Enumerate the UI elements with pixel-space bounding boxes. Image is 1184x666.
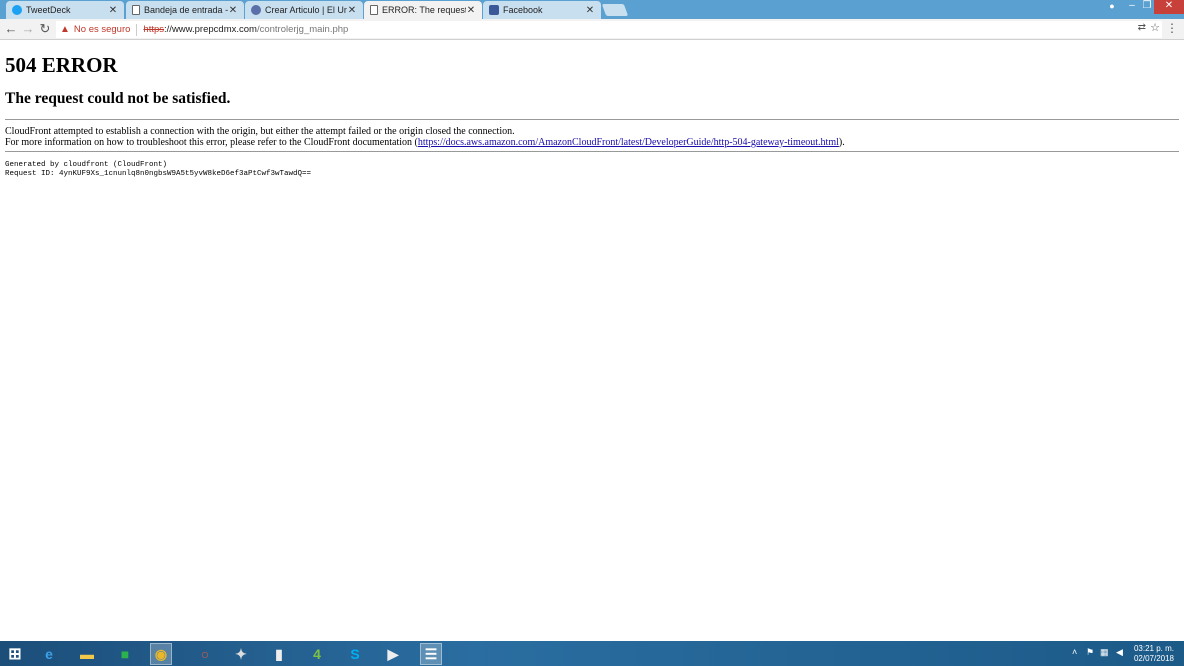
generated-by: Generated by cloudfront (CloudFront) — [5, 161, 168, 169]
address-bar[interactable]: ▲ No es seguro https ://www.prepcdmx.com… — [56, 21, 1162, 38]
eluniversal-icon — [251, 5, 261, 15]
volume-icon[interactable]: ◀ — [1116, 647, 1123, 658]
facebook-icon — [489, 5, 499, 15]
translate-icon[interactable]: ⇄ — [1138, 22, 1146, 33]
browser-toolbar: ← → ↻ ▲ No es seguro https ://www.prepcd… — [0, 19, 1184, 40]
request-id: Request ID: 4ynKUF9Xs_1cnunlq8n0ngbsW9A5… — [5, 170, 312, 178]
page-title: 504 ERROR — [5, 53, 118, 77]
reload-icon[interactable]: ↻ — [37, 21, 53, 37]
tab-strip: TweetDeck ✕ Bandeja de entrada - Ou ✕ Cr… — [0, 0, 1184, 19]
new-tab-button[interactable] — [601, 4, 629, 16]
tab-title: Facebook — [503, 5, 543, 15]
description-line-2-prefix: For more information on how to troublesh… — [5, 137, 418, 148]
close-icon[interactable]: ✕ — [347, 5, 357, 16]
windows-start-icon[interactable]: ⊞ — [4, 643, 26, 665]
app-icon[interactable]: ✦ — [230, 643, 252, 665]
tab-tweetdeck[interactable]: TweetDeck ✕ — [6, 1, 124, 19]
store-icon[interactable]: ■ — [114, 643, 136, 665]
docs-link[interactable]: https://docs.aws.amazon.com/AmazonCloudF… — [418, 137, 839, 148]
url-host: ://www.prepcdmx.com — [164, 24, 257, 35]
system-clock[interactable]: 03:21 p. m. 02/07/2018 — [1134, 644, 1174, 664]
network-icon[interactable]: ▦ — [1100, 647, 1109, 658]
divider — [5, 119, 1179, 120]
page-content: 504 ERROR The request could not be satis… — [5, 52, 1179, 179]
forward-icon[interactable]: → — [20, 21, 36, 37]
close-icon[interactable]: ✕ — [228, 5, 238, 16]
close-icon[interactable]: ✕ — [585, 5, 595, 16]
clock-date: 02/07/2018 — [1133, 654, 1174, 663]
menu-icon[interactable]: ⋮ — [1166, 21, 1178, 35]
taskbar: ⊞ e ▬ ■ ◉ ○ ✦ ▮ 4 S ▶ ☰ ˄ ⚑ ▦ ◀ 03:21 p.… — [0, 641, 1184, 666]
file-explorer-icon[interactable]: ▬ — [76, 643, 98, 665]
close-icon[interactable]: ✕ — [108, 5, 118, 16]
request-details: Generated by cloudfront (CloudFront) Req… — [5, 161, 1179, 179]
page-icon — [370, 5, 378, 15]
security-label[interactable]: No es seguro — [74, 24, 131, 35]
tab-crear-articulo[interactable]: Crear Articulo | El Univers ✕ — [245, 1, 363, 19]
tab-title: TweetDeck — [26, 5, 71, 15]
skype-icon[interactable]: S — [344, 643, 366, 665]
media-player-icon[interactable]: ▶ — [382, 643, 404, 665]
description-line-1: CloudFront attempted to establish a conn… — [5, 126, 515, 137]
page-icon — [132, 5, 140, 15]
tab-title: ERROR: The request cou — [382, 5, 466, 15]
user-icon[interactable]: ● — [1106, 1, 1118, 11]
page-subtitle: The request could not be satisfied. — [5, 90, 231, 107]
back-icon[interactable]: ← — [3, 21, 19, 37]
divider — [136, 23, 138, 36]
channel-4-icon[interactable]: 4 — [306, 643, 328, 665]
flag-icon[interactable]: ⚑ — [1086, 647, 1094, 658]
document-icon[interactable]: ▮ — [268, 643, 290, 665]
close-icon[interactable]: ✕ — [466, 5, 476, 16]
tab-title: Crear Articulo | El Univers — [265, 5, 347, 15]
notepad-icon[interactable]: ☰ — [420, 643, 442, 665]
divider — [5, 151, 1179, 152]
clock-time: 03:21 p. m. — [1133, 644, 1174, 653]
error-description: CloudFront attempted to establish a conn… — [5, 126, 1179, 148]
opera-icon[interactable]: ○ — [194, 643, 216, 665]
star-icon[interactable]: ☆ — [1150, 21, 1160, 34]
tweetdeck-icon — [12, 5, 22, 15]
url-path: /controlerjg_main.php — [256, 24, 349, 35]
tab-bandeja[interactable]: Bandeja de entrada - Ou ✕ — [126, 1, 244, 19]
tab-error[interactable]: ERROR: The request cou ✕ — [364, 1, 482, 19]
description-line-2-suffix: ). — [838, 137, 845, 148]
chrome-icon[interactable]: ◉ — [150, 643, 172, 665]
chevron-up-icon[interactable]: ˄ — [1072, 647, 1077, 657]
tab-facebook[interactable]: Facebook ✕ — [483, 1, 601, 19]
url-scheme: https — [143, 24, 165, 35]
window-close-icon[interactable]: ✕ — [1154, 0, 1184, 14]
warning-icon[interactable]: ▲ — [60, 24, 70, 35]
internet-explorer-icon[interactable]: e — [38, 643, 60, 665]
tab-title: Bandeja de entrada - Ou — [144, 5, 228, 15]
